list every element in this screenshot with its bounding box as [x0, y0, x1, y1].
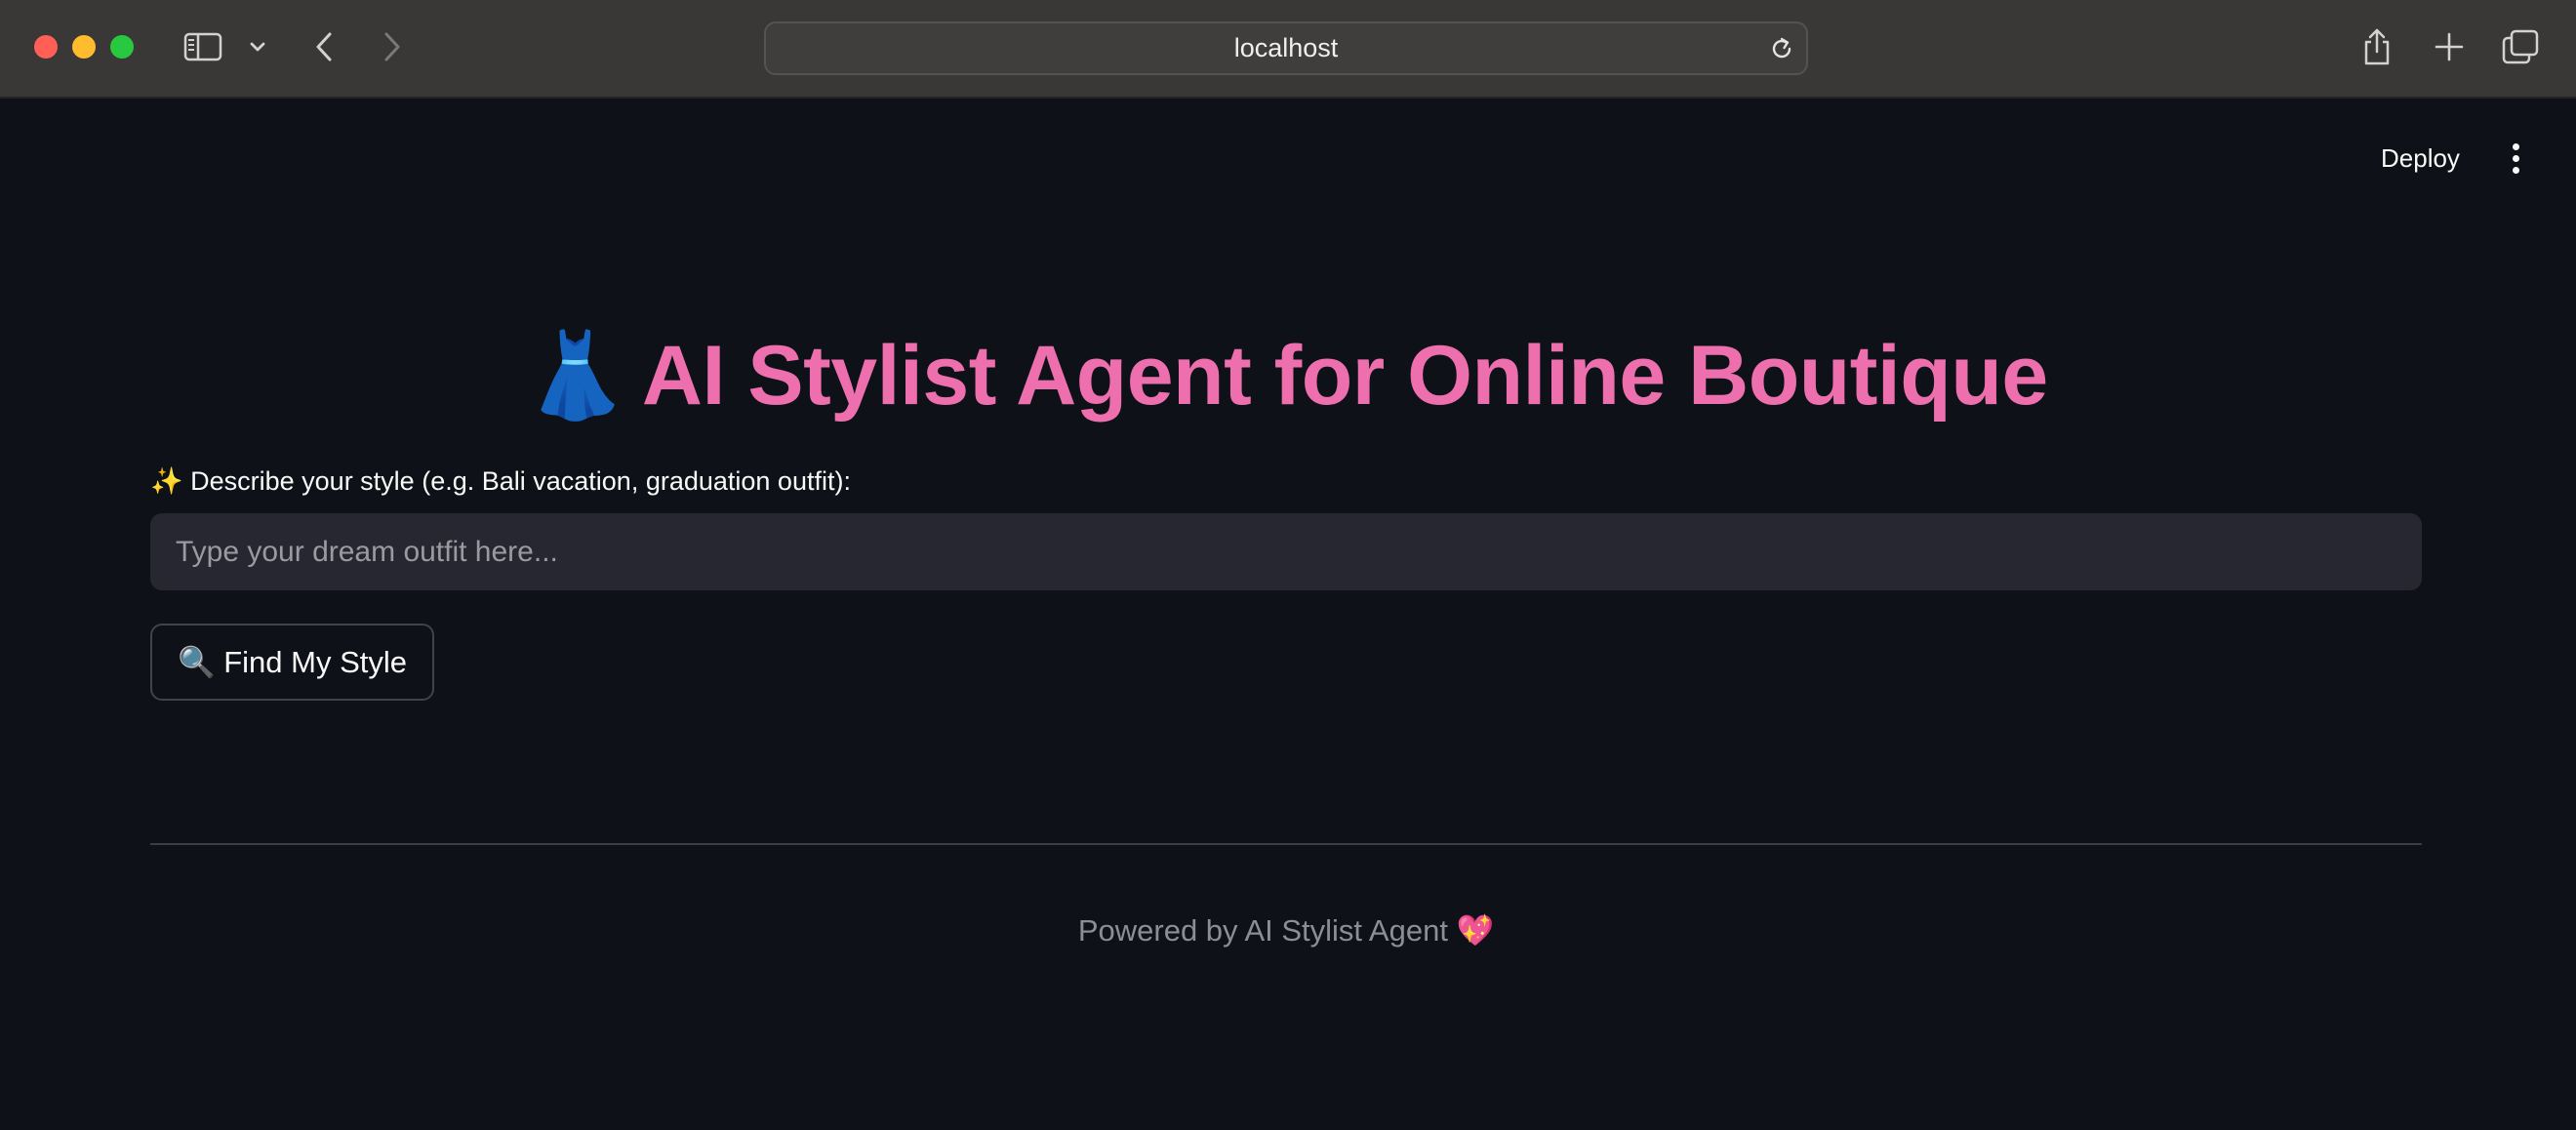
tab-overview-icon — [2502, 29, 2539, 64]
footer-text: Powered by AI Stylist Agent 💖 — [1077, 913, 1495, 948]
find-my-style-label: 🔍 Find My Style — [178, 645, 407, 679]
share-button[interactable] — [2359, 25, 2395, 68]
chevron-left-icon — [316, 32, 332, 61]
menu-dot — [2512, 142, 2519, 150]
chevron-down-icon — [250, 42, 265, 52]
dress-icon: 👗 — [524, 329, 628, 423]
sidebar-icon — [183, 32, 222, 61]
divider — [150, 843, 2422, 845]
kebab-menu-icon[interactable] — [2498, 137, 2533, 180]
plus-icon — [2435, 32, 2464, 61]
window-minimize-button[interactable] — [72, 35, 96, 59]
forward-button[interactable] — [375, 27, 410, 66]
tab-overview-button[interactable] — [2500, 27, 2541, 66]
menu-dot — [2512, 166, 2519, 174]
new-tab-button[interactable] — [2430, 27, 2469, 66]
share-icon — [2364, 28, 2390, 65]
reload-icon[interactable] — [1767, 34, 1796, 63]
find-my-style-button[interactable]: 🔍 Find My Style — [150, 624, 434, 701]
page-title-text: AI Stylist Agent for Online Boutique — [641, 329, 2048, 423]
sidebar-toggle-button[interactable] — [183, 30, 222, 63]
address-bar[interactable]: localhost — [764, 21, 1808, 75]
page-title: 👗 AI Stylist Agent for Online Boutique — [150, 317, 2422, 434]
browser-toolbar: localhost — [0, 0, 2576, 99]
style-input-label: ✨ Describe your style (e.g. Bali vacatio… — [150, 466, 851, 496]
back-button[interactable] — [306, 27, 342, 66]
style-description-input[interactable] — [150, 513, 2422, 590]
menu-dot — [2512, 154, 2519, 162]
window-maximize-button[interactable] — [110, 35, 134, 59]
address-text: localhost — [1233, 33, 1339, 62]
window-close-button[interactable] — [34, 35, 58, 59]
sidebar-menu-button[interactable] — [246, 33, 269, 61]
deploy-button[interactable]: Deploy — [2381, 139, 2460, 178]
chevron-right-icon — [384, 32, 400, 61]
